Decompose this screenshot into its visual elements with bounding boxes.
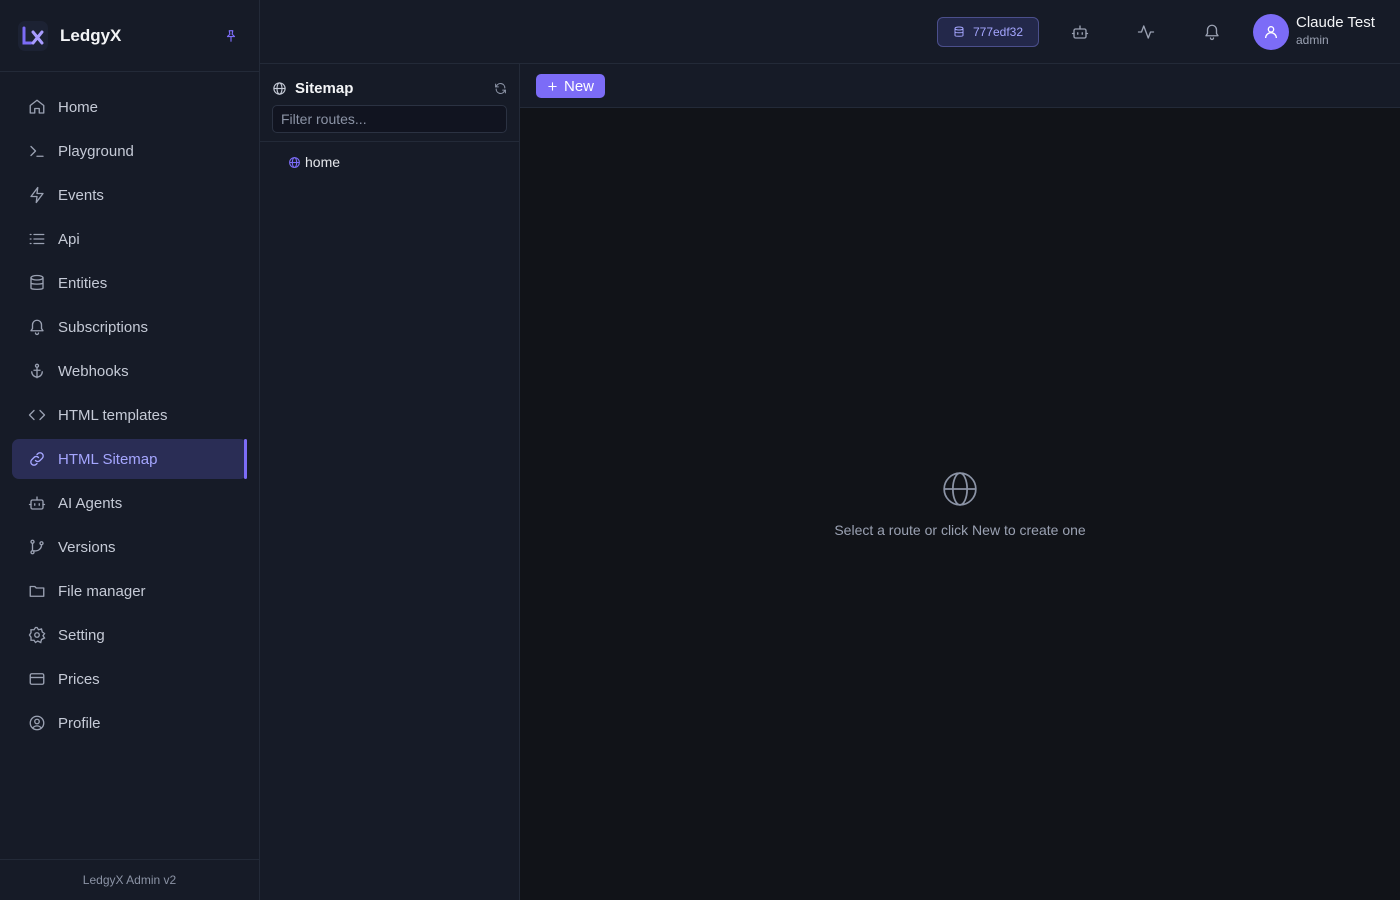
sidebar-item-versions[interactable]: Versions bbox=[12, 527, 247, 567]
globe-icon bbox=[273, 81, 286, 95]
sidebar-footer: LedgyX Admin v2 bbox=[0, 859, 259, 900]
sidebar-item-label: Events bbox=[58, 186, 104, 204]
globe-icon bbox=[289, 156, 300, 168]
avatar[interactable] bbox=[1253, 14, 1289, 50]
filter-routes-input[interactable] bbox=[272, 105, 507, 133]
sidebar-item-label: Profile bbox=[58, 714, 101, 732]
terminal-icon bbox=[28, 142, 46, 160]
sidebar-item-label: HTML templates bbox=[58, 406, 168, 424]
bell-icon bbox=[28, 318, 46, 336]
sitemap-panel: Sitemap home bbox=[260, 64, 520, 900]
top-bar: 777edf32 Claude Test admin bbox=[260, 0, 1400, 64]
main-area: Select a route or click New to create on… bbox=[520, 108, 1400, 900]
sidebar-item-label: Webhooks bbox=[58, 362, 129, 380]
sidebar-item-playground[interactable]: Playground bbox=[12, 131, 247, 171]
code-icon bbox=[28, 406, 46, 424]
sidebar-item-label: Home bbox=[58, 98, 99, 116]
sitemap-divider bbox=[260, 141, 519, 142]
database-icon bbox=[954, 26, 964, 37]
app-logo[interactable] bbox=[18, 20, 48, 51]
sidebar-nav: Home Playground Events Api Entities Subs… bbox=[0, 72, 259, 743]
sidebar-item-label: Setting bbox=[58, 626, 105, 644]
database-badge[interactable]: 777edf32 bbox=[937, 17, 1039, 47]
sidebar-item-entities[interactable]: Entities bbox=[12, 263, 247, 303]
sidebar-item-label: Versions bbox=[58, 538, 116, 556]
user-name: Claude Test bbox=[1296, 14, 1375, 31]
app-name: LedgyX bbox=[60, 25, 122, 45]
sidebar-item-label: Api bbox=[58, 230, 80, 248]
gear-icon bbox=[28, 626, 46, 644]
sidebar-item-file-manager[interactable]: File manager bbox=[12, 571, 247, 611]
user-circle-icon bbox=[28, 714, 46, 732]
new-route-button[interactable]: New bbox=[536, 74, 605, 98]
bell-icon[interactable] bbox=[1200, 20, 1224, 44]
pin-icon[interactable] bbox=[221, 26, 241, 46]
globe-icon bbox=[943, 472, 977, 506]
sidebar-item-label: AI Agents bbox=[58, 494, 123, 512]
folder-icon bbox=[28, 582, 46, 600]
sidebar-item-events[interactable]: Events bbox=[12, 175, 247, 215]
sidebar-item-profile[interactable]: Profile bbox=[12, 703, 247, 743]
main-toolbar: New bbox=[520, 64, 1400, 108]
plus-icon bbox=[548, 81, 557, 91]
bot-icon[interactable] bbox=[1068, 20, 1092, 44]
sidebar: LedgyX Home Playground Events Api Entiti… bbox=[0, 0, 260, 900]
sitemap-title: Sitemap bbox=[295, 79, 354, 97]
route-item-home[interactable]: home bbox=[288, 152, 340, 172]
sidebar-item-setting[interactable]: Setting bbox=[12, 615, 247, 655]
sidebar-item-api[interactable]: Api bbox=[12, 219, 247, 259]
sidebar-item-home[interactable]: Home bbox=[12, 87, 247, 127]
new-button-label: New bbox=[563, 77, 594, 95]
sidebar-item-label: Subscriptions bbox=[58, 318, 149, 336]
sidebar-item-webhooks[interactable]: Webhooks bbox=[12, 351, 247, 391]
brand-header: LedgyX bbox=[0, 0, 259, 72]
sidebar-item-subscriptions[interactable]: Subscriptions bbox=[12, 307, 247, 347]
sidebar-item-label: Prices bbox=[58, 670, 100, 688]
home-icon bbox=[28, 98, 46, 116]
refresh-icon[interactable] bbox=[492, 80, 508, 96]
sidebar-item-html-templates[interactable]: HTML templates bbox=[12, 395, 247, 435]
sitemap-header: Sitemap bbox=[272, 78, 508, 98]
sidebar-item-html-sitemap[interactable]: HTML Sitemap bbox=[12, 439, 247, 479]
database-icon bbox=[28, 274, 46, 292]
route-label: home bbox=[305, 154, 341, 170]
database-id: 777edf32 bbox=[972, 25, 1024, 39]
sidebar-item-label: File manager bbox=[58, 582, 146, 600]
empty-state: Select a route or click New to create on… bbox=[520, 470, 1400, 538]
list-icon bbox=[28, 230, 46, 248]
credit-card-icon bbox=[28, 670, 46, 688]
anchor-icon bbox=[28, 362, 46, 380]
git-branch-icon bbox=[28, 538, 46, 556]
sidebar-item-label: Entities bbox=[58, 274, 108, 292]
zap-icon bbox=[28, 186, 46, 204]
bot-icon bbox=[28, 494, 46, 512]
activity-icon[interactable] bbox=[1134, 20, 1158, 44]
link-icon bbox=[28, 450, 46, 468]
sidebar-item-ai-agents[interactable]: AI Agents bbox=[12, 483, 247, 523]
sidebar-item-label: HTML Sitemap bbox=[58, 450, 158, 468]
user-icon bbox=[1265, 26, 1277, 39]
empty-state-text: Select a route or click New to create on… bbox=[834, 522, 1086, 538]
sidebar-item-prices[interactable]: Prices bbox=[12, 659, 247, 699]
user-role: admin bbox=[1296, 33, 1329, 47]
sidebar-item-label: Playground bbox=[58, 142, 134, 160]
